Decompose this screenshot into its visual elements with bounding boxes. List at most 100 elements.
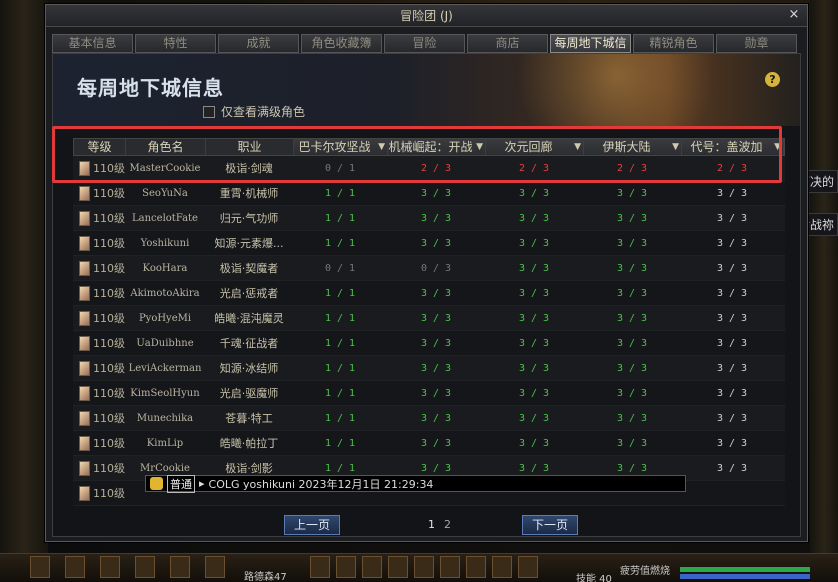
dungeon-clear-count: 3 / 3 <box>518 187 550 199</box>
hud-skill-text: 技能 40 <box>576 574 612 582</box>
dungeon-clear-count: 3 / 3 <box>716 337 748 349</box>
dungeon-clear-count: 0 / 3 <box>420 262 452 274</box>
dungeon-clear-count: 3 / 3 <box>616 237 648 249</box>
character-name: Munechika <box>136 412 194 424</box>
chat-arrow-icon: ▸ <box>199 477 205 490</box>
max-level-checkbox[interactable] <box>203 105 215 118</box>
dungeon-clear-count: 3 / 3 <box>716 412 748 424</box>
dungeon-clear-count: 3 / 3 <box>420 412 452 424</box>
background-pillar-right <box>810 0 838 582</box>
dungeon-clear-count: 3 / 3 <box>716 387 748 399</box>
skill-slot[interactable] <box>518 556 538 578</box>
table-row[interactable]: 110级 PyoHyeMi 皓曦·混沌魔灵 1 / 1 3 / 3 3 / 3 3 / 3 3… <box>73 306 785 331</box>
tab-3[interactable]: 角色收藏簿 <box>301 34 382 53</box>
tab-8[interactable]: 勋章 <box>716 34 797 53</box>
character-name: KimLip <box>146 437 184 449</box>
max-level-filter[interactable]: 仅查看满级角色 <box>203 103 305 120</box>
skill-slot[interactable] <box>135 556 155 578</box>
table-row[interactable]: 110级 KimLip 皓曦·帕拉丁 1 / 1 3 / 3 3 / 3 3 / 3 3 / … <box>73 431 785 456</box>
dungeon-column-dropdown[interactable]: 伊斯大陆 <box>584 139 682 155</box>
dungeon-clear-count: 3 / 3 <box>716 187 748 199</box>
dungeon-column-dropdown[interactable]: 代号：盖波加 <box>682 139 784 155</box>
page-1-link[interactable]: 1 <box>428 518 435 531</box>
tab-4[interactable]: 冒险 <box>384 34 465 53</box>
level-text: 110级 <box>93 437 125 450</box>
chat-tooltip: 普通 ▸ COLG yoshikuni 2023年12月1日 21:29:34 <box>145 474 686 493</box>
tab-7[interactable]: 精锐角色 <box>633 34 714 53</box>
tab-0[interactable]: 基本信息 <box>52 34 133 53</box>
table-row[interactable]: 110级 Yoshikuni 知源·元素爆... 1 / 1 3 / 3 3 / 3 3 /… <box>73 231 785 256</box>
level-cell: 110级 <box>73 235 125 251</box>
skill-slot[interactable] <box>65 556 85 578</box>
tab-2[interactable]: 成就 <box>218 34 299 53</box>
level-text: 110级 <box>93 187 125 200</box>
character-avatar-icon <box>79 435 90 451</box>
skill-slot[interactable] <box>170 556 190 578</box>
table-row[interactable]: 110级 UaDuibhne 千魂·征战者 1 / 1 3 / 3 3 / 3 3 / 3 3… <box>73 331 785 356</box>
character-name: KimSeolHyun <box>130 387 200 399</box>
dungeon-clear-count: 3 / 3 <box>716 312 748 324</box>
character-job: 千魂·征战者 <box>219 337 279 350</box>
help-icon[interactable]: ? <box>765 72 780 87</box>
dungeon-clear-count: 3 / 3 <box>420 237 452 249</box>
skill-slot[interactable] <box>362 556 382 578</box>
skill-slot[interactable] <box>100 556 120 578</box>
tab-6[interactable]: 每周地下城信息 <box>550 34 631 67</box>
skill-slot[interactable] <box>492 556 512 578</box>
dungeon-clear-count: 3 / 3 <box>716 462 748 474</box>
character-avatar-icon <box>79 460 90 476</box>
tab-5[interactable]: 商店 <box>467 34 548 53</box>
page-2-link[interactable]: 2 <box>444 518 451 531</box>
skill-slot[interactable] <box>440 556 460 578</box>
skill-slot[interactable] <box>336 556 356 578</box>
dungeon-clear-count: 3 / 3 <box>420 462 452 474</box>
dungeon-clear-count: 3 / 3 <box>518 337 550 349</box>
dungeon-column-dropdown[interactable]: 巴卡尔攻坚战 <box>294 139 388 155</box>
dungeon-clear-count: 3 / 3 <box>420 387 452 399</box>
table-row[interactable]: 110级 LancelotFate 归元·气功师 1 / 1 3 / 3 3 / 3 3 /… <box>73 206 785 231</box>
level-text: 110级 <box>93 312 125 325</box>
level-cell: 110级 <box>73 185 125 201</box>
level-cell: 110级 <box>73 410 125 426</box>
level-cell: 110级 <box>73 310 125 326</box>
hud-level-text: 路德森47 <box>244 572 287 582</box>
skill-slot[interactable] <box>414 556 434 578</box>
character-job: 光启·驱魔师 <box>219 387 279 400</box>
close-icon[interactable]: × <box>787 8 801 22</box>
table-row[interactable]: 110级 Munechika 苍暮·特工 1 / 1 3 / 3 3 / 3 3 / 3 3 … <box>73 406 785 431</box>
table-row[interactable]: 110级 AkimotoAkira 光启·惩戒者 1 / 1 3 / 3 3 / 3 3 /… <box>73 281 785 306</box>
character-job: 知源·冰结师 <box>219 362 279 375</box>
dungeon-column-dropdown[interactable]: 机械崛起：开战 <box>388 139 486 155</box>
skill-slot[interactable] <box>30 556 50 578</box>
character-avatar-icon <box>79 410 90 426</box>
dungeon-clear-count: 3 / 3 <box>616 362 648 374</box>
tab-1[interactable]: 特性 <box>135 34 216 53</box>
dungeon-clear-count: 3 / 3 <box>518 462 550 474</box>
character-avatar-icon <box>79 285 90 301</box>
table-row[interactable]: 110级 SeoYuNa 重霄·机械师 1 / 1 3 / 3 3 / 3 3 / 3 3 /… <box>73 181 785 206</box>
table-row[interactable]: 110级 MasterCookie 极诣·剑魂 0 / 1 2 / 3 2 / 3 2 / … <box>73 156 785 181</box>
table-row[interactable]: 110级 KimSeolHyun 光启·驱魔师 1 / 1 3 / 3 3 / 3 3 / … <box>73 381 785 406</box>
dungeon-clear-count: 3 / 3 <box>616 462 648 474</box>
window-titlebar[interactable]: 冒险团 (J) × <box>46 5 807 27</box>
dungeon-column-dropdown[interactable]: 次元回廊 <box>486 139 584 155</box>
table-header: 等级角色名职业巴卡尔攻坚战机械崛起：开战次元回廊伊斯大陆代号：盖波加 <box>73 138 785 156</box>
skill-slot[interactable] <box>310 556 330 578</box>
skill-slot[interactable] <box>466 556 486 578</box>
level-text: 110级 <box>93 487 125 500</box>
next-page-button[interactable]: 下一页 <box>522 515 578 535</box>
column-header: 角色名 <box>126 139 206 155</box>
dungeon-clear-count: 3 / 3 <box>518 212 550 224</box>
table-row[interactable]: 110级 LeviAckerman 知源·冰结师 1 / 1 3 / 3 3 / 3 3 /… <box>73 356 785 381</box>
level-cell: 110级 <box>73 285 125 301</box>
table-row[interactable]: 110级 KooHara 极诣·契魔者 0 / 1 0 / 3 3 / 3 3 / 3 3 /… <box>73 256 785 281</box>
level-text: 110级 <box>93 162 125 175</box>
character-name: LeviAckerman <box>128 362 202 374</box>
hp-bar <box>680 567 810 572</box>
character-name: Yoshikuni <box>140 237 190 249</box>
prev-page-button[interactable]: 上一页 <box>284 515 340 535</box>
skill-slot[interactable] <box>388 556 408 578</box>
character-avatar-icon <box>79 335 90 351</box>
mp-bar <box>680 574 810 579</box>
skill-slot[interactable] <box>205 556 225 578</box>
